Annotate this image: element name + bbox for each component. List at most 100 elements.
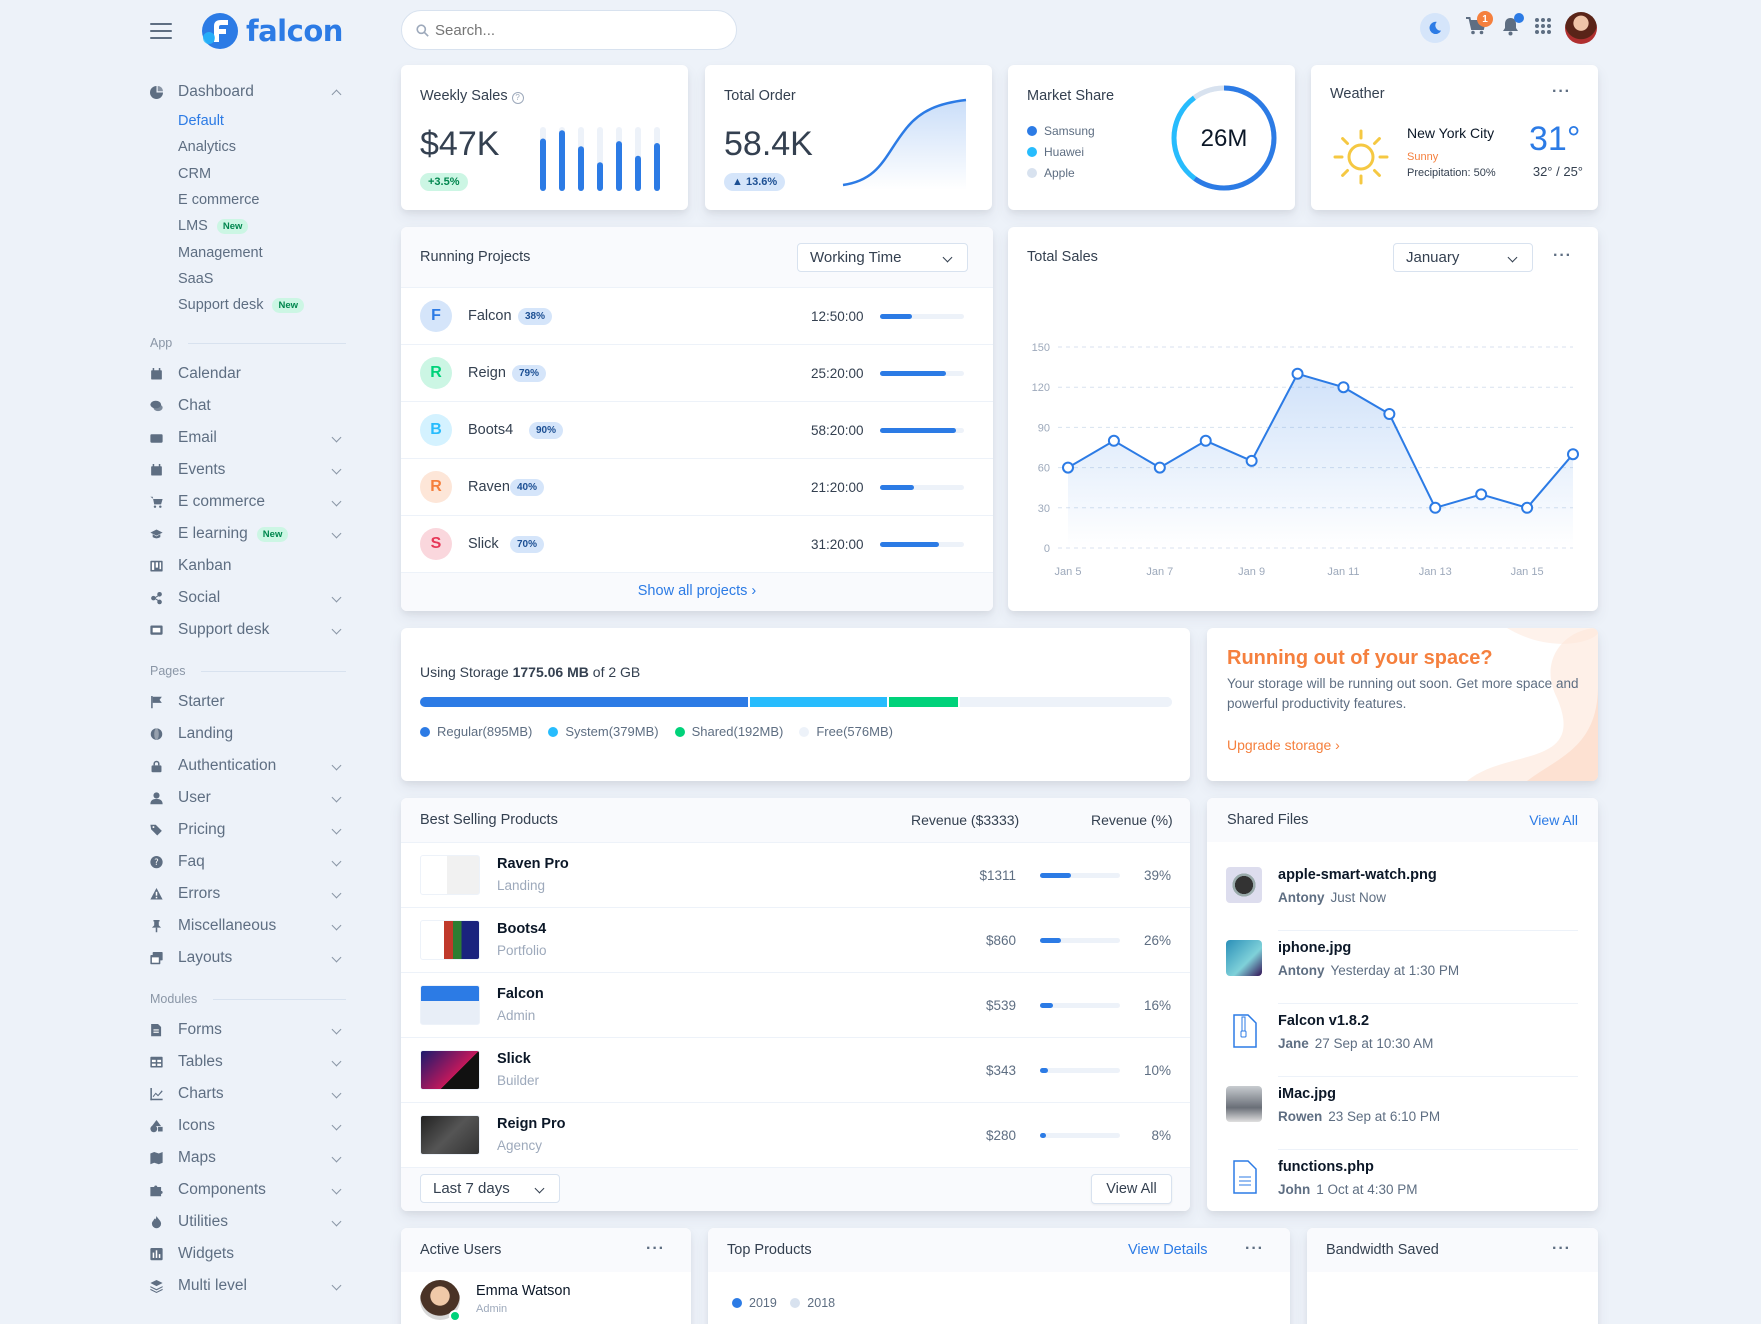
sidebar-item-events[interactable]: Events [150, 454, 346, 486]
project-row[interactable]: R Reign 79% 25:20:00 [401, 344, 993, 401]
data-point[interactable] [1429, 501, 1442, 514]
theme-toggle-button[interactable] [1420, 13, 1450, 43]
product-row[interactable]: Reign Pro Agency $280 8% [401, 1102, 1190, 1167]
view-all-files-link[interactable]: View All [1507, 812, 1578, 828]
notifications-button[interactable] [1502, 12, 1524, 40]
product-name[interactable]: Boots4 [497, 921, 546, 937]
view-details-link[interactable]: View Details [1128, 1242, 1208, 1258]
project-row[interactable]: S Slick 70% 31:20:00 [401, 515, 993, 572]
product-name[interactable]: Reign Pro [497, 1116, 565, 1132]
sidebar-item-widgets[interactable]: Widgets [150, 1238, 346, 1270]
sidebar-item-kanban[interactable]: Kanban [150, 550, 346, 582]
sidebar-item-charts[interactable]: Charts [150, 1078, 346, 1110]
search-box[interactable] [401, 10, 737, 50]
sidebar-item-pricing[interactable]: Pricing [150, 814, 346, 846]
more-options-button[interactable]: ··· [1552, 83, 1571, 101]
sidebar-subitem-saas[interactable]: SaaS [178, 266, 346, 292]
apps-button[interactable] [1535, 18, 1551, 38]
product-row[interactable]: Falcon Admin $539 16% [401, 972, 1190, 1037]
sales-bar[interactable] [578, 146, 584, 191]
sales-bar[interactable] [559, 130, 565, 191]
sidebar-item-authentication[interactable]: Authentication [150, 750, 346, 782]
sidebar-item-layouts[interactable]: Layouts [150, 942, 346, 974]
sidebar-subitem-support-desk[interactable]: Support desk New [178, 292, 346, 318]
show-all-projects-link[interactable]: Show all projects › [401, 583, 993, 599]
data-point[interactable] [1291, 367, 1304, 380]
product-row[interactable]: Slick Builder $343 10% [401, 1037, 1190, 1102]
view-all-button[interactable]: View All [1091, 1174, 1172, 1204]
sidebar-subitem-default[interactable]: Default [178, 108, 346, 134]
more-options-button[interactable]: ··· [1245, 1240, 1264, 1258]
sales-bar[interactable] [616, 141, 622, 191]
working-time-select[interactable]: Working Time [797, 243, 968, 272]
sidebar-item-miscellaneous[interactable]: Miscellaneous [150, 910, 346, 942]
product-row[interactable]: Raven Pro Landing $1311 39% [401, 842, 1190, 907]
cart-button[interactable]: 1 [1466, 11, 1493, 39]
sidebar-item-landing[interactable]: Landing [150, 718, 346, 750]
search-input[interactable] [435, 21, 695, 39]
info-icon[interactable]: ? [511, 92, 524, 104]
upgrade-storage-link[interactable]: Upgrade storage › [1227, 737, 1340, 753]
data-point[interactable] [1475, 488, 1488, 501]
sidebar-item-errors[interactable]: Errors [150, 878, 346, 910]
file-name[interactable]: functions.php [1278, 1159, 1374, 1175]
data-point[interactable] [1199, 434, 1212, 447]
file-name[interactable]: iphone.jpg [1278, 940, 1351, 956]
sidebar-item-social[interactable]: Social [150, 582, 346, 614]
sidebar-item-utilities[interactable]: Utilities [150, 1206, 346, 1238]
sidebar-item-components[interactable]: Components [150, 1174, 346, 1206]
sidebar-item-user[interactable]: User [150, 782, 346, 814]
sidebar-subitem-management[interactable]: Management [178, 239, 346, 265]
shared-file-row[interactable]: functions.php John 1 Oct at 4:30 PM [1226, 1150, 1578, 1211]
brand-logo[interactable]: falcon [200, 11, 343, 51]
product-name[interactable]: Raven Pro [497, 856, 569, 872]
file-name[interactable]: iMac.jpg [1278, 1086, 1336, 1102]
data-point[interactable] [1337, 381, 1350, 394]
shared-file-row[interactable]: iMac.jpg Rowen 23 Sep at 6:10 PM [1226, 1077, 1578, 1150]
user-avatar[interactable] [1565, 12, 1597, 44]
sales-bar[interactable] [654, 143, 660, 191]
data-point[interactable] [1383, 408, 1396, 420]
sidebar-item-email[interactable]: Email [150, 422, 346, 454]
file-name[interactable]: Falcon v1.8.2 [1278, 1013, 1369, 1029]
sidebar-subitem-lms[interactable]: LMS New [178, 213, 346, 239]
sidebar-item-forms[interactable]: Forms [150, 1014, 346, 1046]
more-options-button[interactable]: ··· [1552, 1240, 1571, 1258]
more-options-button[interactable]: ··· [1553, 247, 1572, 265]
data-point[interactable] [1245, 454, 1258, 467]
shared-file-row[interactable]: iphone.jpg Antony Yesterday at 1:30 PM [1226, 931, 1578, 1004]
data-point[interactable] [1062, 461, 1074, 474]
file-name[interactable]: apple-smart-watch.png [1278, 867, 1437, 883]
sales-bar[interactable] [635, 155, 641, 191]
data-point[interactable] [1153, 461, 1166, 474]
sidebar-item-icons[interactable]: Icons [150, 1110, 346, 1142]
sidebar-item-support-desk[interactable]: Support desk [150, 614, 346, 646]
sidebar-subitem-analytics[interactable]: Analytics [178, 134, 346, 160]
sidebar-item-e-commerce[interactable]: E commerce [150, 486, 346, 518]
data-point[interactable] [1521, 501, 1534, 514]
sidebar-item-calendar[interactable]: Calendar [150, 358, 346, 390]
product-name[interactable]: Falcon [497, 986, 544, 1002]
period-select[interactable]: Last 7 days [420, 1174, 560, 1203]
sidebar-item-dashboard[interactable]: Dashboard [150, 76, 346, 108]
sidebar-item-e-learning[interactable]: E learning New [150, 518, 346, 550]
shared-file-row[interactable]: Falcon v1.8.2 Jane 27 Sep at 10:30 AM [1226, 1004, 1578, 1077]
sales-bar[interactable] [597, 162, 603, 191]
sidebar-item-maps[interactable]: Maps [150, 1142, 346, 1174]
more-options-button[interactable]: ··· [646, 1240, 665, 1258]
sidebar-item-multi-level[interactable]: Multi level [150, 1270, 346, 1302]
product-name[interactable]: Slick [497, 1051, 531, 1067]
product-row[interactable]: Boots4 Portfolio $860 26% [401, 907, 1190, 972]
menu-toggle-button[interactable] [150, 23, 172, 39]
project-row[interactable]: F Falcon 38% 12:50:00 [401, 287, 993, 344]
shared-file-row[interactable]: apple-smart-watch.png Antony Just Now [1226, 858, 1578, 931]
data-point[interactable] [1567, 448, 1579, 461]
sidebar-item-faq[interactable]: ? Faq [150, 846, 346, 878]
sidebar-subitem-crm[interactable]: CRM [178, 161, 346, 187]
sidebar-item-tables[interactable]: Tables [150, 1046, 346, 1078]
project-row[interactable]: R Raven 40% 21:20:00 [401, 458, 993, 515]
sidebar-item-starter[interactable]: Starter [150, 686, 346, 718]
data-point[interactable] [1107, 434, 1120, 447]
sidebar-item-chat[interactable]: Chat [150, 390, 346, 422]
project-row[interactable]: B Boots4 90% 58:20:00 [401, 401, 993, 458]
